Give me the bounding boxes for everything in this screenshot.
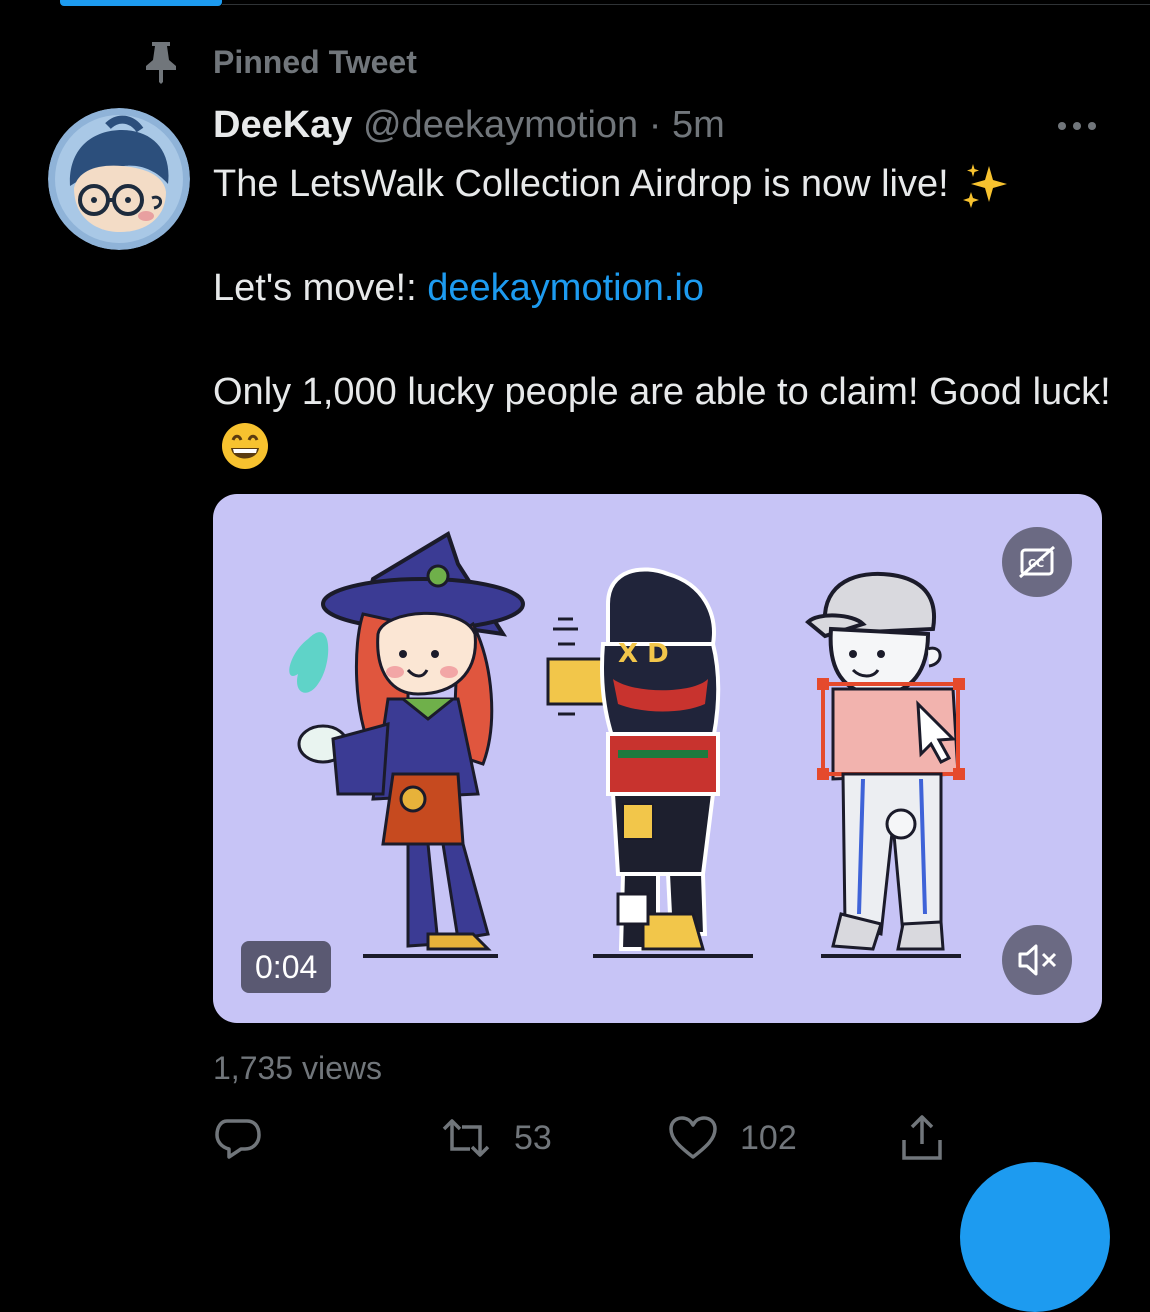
video-timestamp: 0:04 xyxy=(241,941,332,993)
retweet-count: 53 xyxy=(514,1118,552,1157)
retweet-icon xyxy=(442,1119,490,1157)
captions-off-icon: CC xyxy=(1019,545,1055,579)
witch-character xyxy=(289,531,525,951)
tweet-link[interactable]: deekaymotion.io xyxy=(427,267,704,309)
compose-tweet-button[interactable] xyxy=(960,1162,1110,1312)
pin-icon xyxy=(146,42,176,84)
tweet-text: Let's move!: xyxy=(213,267,417,309)
user-handle[interactable]: @deekaymotion xyxy=(363,104,638,146)
mute-button[interactable] xyxy=(1002,925,1072,995)
cap-character xyxy=(805,571,965,951)
like-button[interactable]: 102 xyxy=(668,1108,797,1168)
grinning-face-icon xyxy=(222,422,268,469)
view-count: 1,735 views xyxy=(213,1050,382,1086)
timestamp[interactable]: 5m xyxy=(672,104,725,146)
display-name[interactable]: DeeKay xyxy=(213,104,352,146)
active-tab-underline xyxy=(60,0,222,6)
avatar-illustration xyxy=(48,108,190,250)
share-icon xyxy=(902,1115,942,1160)
video-player[interactable]: X D 0:04 xyxy=(213,494,1102,1023)
tweet-text-line: Only 1,000 lucky people are able to clai… xyxy=(213,366,1113,472)
tweet-text: The LetsWalk Collection Airdrop is now l… xyxy=(213,163,949,205)
tweet-text-line: Let's move!: deekaymotion.io xyxy=(213,262,1113,314)
sparkles-icon xyxy=(963,163,1008,208)
retweet-button[interactable]: 53 xyxy=(440,1108,552,1168)
separator-dot: · xyxy=(648,104,662,146)
tweet-header: DeeKay @deekaymotion · 5m xyxy=(213,104,725,147)
reply-icon xyxy=(215,1119,261,1159)
tweet-text-line: The LetsWalk Collection Airdrop is now l… xyxy=(213,158,1113,212)
divider xyxy=(222,4,1150,5)
like-count: 102 xyxy=(740,1118,797,1157)
hooded-character: X D xyxy=(546,567,721,951)
top-tab-indicator xyxy=(0,0,1150,6)
captions-button[interactable]: CC xyxy=(1002,527,1072,597)
reply-button[interactable] xyxy=(215,1108,283,1168)
video-frame: X D xyxy=(289,531,965,958)
like-icon xyxy=(669,1116,717,1159)
svg-text:X D: X D xyxy=(618,639,669,669)
share-button[interactable] xyxy=(898,1108,946,1168)
avatar[interactable] xyxy=(48,108,190,250)
tweet-text: Only 1,000 lucky people are able to clai… xyxy=(213,371,1111,413)
more-options-icon[interactable] xyxy=(1054,118,1100,134)
volume-muted-icon xyxy=(1018,944,1057,976)
pinned-tweet-label: Pinned Tweet xyxy=(213,44,417,80)
